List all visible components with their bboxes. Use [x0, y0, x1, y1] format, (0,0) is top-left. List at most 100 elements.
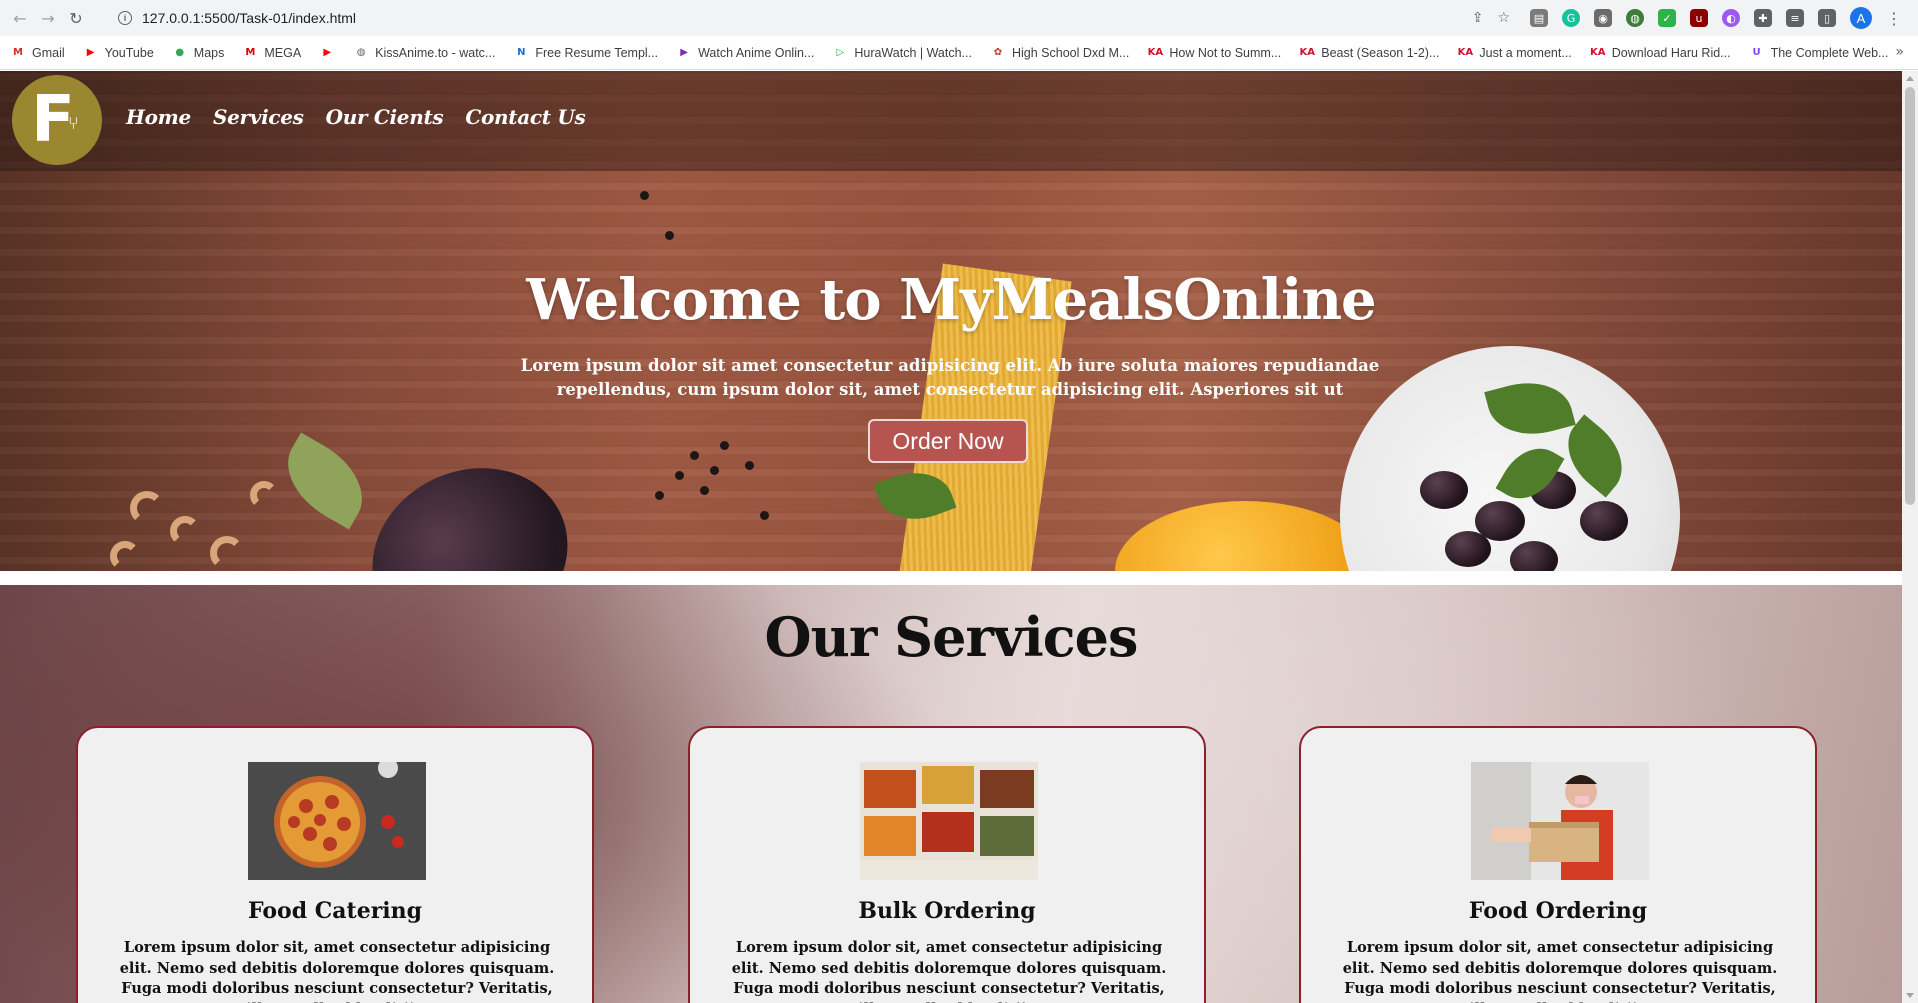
bookmark-label: Watch Anime Onlin... [698, 45, 815, 60]
puzzle-icon[interactable]: ✚ [1754, 9, 1772, 27]
profile-avatar[interactable]: A [1850, 7, 1872, 29]
card-title: Food Ordering [1468, 898, 1648, 924]
bookmark-item[interactable]: ● Maps [172, 45, 225, 61]
bookmarks-bar: M Gmail ▶ YouTube ● Maps M MEGA ▶ ◍ KissAnime.to -… [0, 36, 1918, 70]
bookmark-item[interactable]: ▷ HuraWatch | Watch... [832, 45, 972, 61]
back-icon[interactable]: ← [6, 4, 34, 32]
bookmark-label: Maps [193, 45, 225, 60]
bookmark-item[interactable]: ◍ KissAnime.to - watc... [353, 45, 496, 61]
service-card-food-ordering: Food Ordering Lorem ipsum dolor sit, ame… [1299, 726, 1817, 1003]
youtube-icon: ▶ [323, 47, 332, 58]
bookmark-item[interactable]: ▶ Watch Anime Onlin... [676, 45, 814, 61]
peppercorn-image [745, 461, 754, 470]
bookmark-label: MEGA [264, 45, 302, 60]
play-icon: ▶ [680, 47, 688, 58]
play-icon: ▷ [836, 47, 845, 58]
ublock-icon[interactable]: u [1690, 9, 1708, 27]
menu-icon[interactable]: ⋮ [1886, 9, 1902, 28]
side-panel-icon[interactable]: ▯ [1818, 9, 1836, 27]
bookmark-item[interactable]: KA How Not to Summ... [1147, 45, 1282, 61]
globe-icon: ◍ [356, 47, 366, 58]
peppercorn-image [690, 451, 699, 460]
peppercorn-image [655, 491, 664, 500]
bookmark-label: Just a moment... [1479, 45, 1572, 60]
service-card-bulk-ordering: Bulk Ordering Lorem ipsum dolor sit, ame… [688, 726, 1206, 1003]
page-viewport: F ⑂ Home Services Our Cients Contact Us … [0, 71, 1902, 1003]
bookmark-label: Beast (Season 1-2)... [1321, 45, 1440, 60]
reload-icon[interactable]: ↻ [62, 4, 90, 32]
bookmark-item[interactable]: KA Beast (Season 1-2)... [1299, 45, 1440, 61]
bookmark-item[interactable]: ▶ YouTube [83, 45, 154, 61]
scroll-down-icon[interactable] [1906, 993, 1914, 998]
address-bar[interactable]: i 127.0.0.1:5500/Task-01/index.html ⇪ ☆ [108, 4, 1518, 32]
macaroni-image [110, 541, 140, 571]
bookmark-item[interactable]: M Gmail [10, 45, 65, 61]
services-section: Our Services Food Catering Lorem ipsum d… [0, 585, 1902, 1003]
bookmark-item[interactable]: M MEGA [242, 45, 301, 61]
page-scrollbar[interactable] [1902, 71, 1918, 1003]
bookmark-label: Free Resume Templ... [535, 45, 659, 60]
shield-icon[interactable]: ✓ [1658, 9, 1676, 27]
more-bookmarks-icon[interactable]: » [1895, 44, 1904, 60]
hero-title: Welcome to MyMealsOnline [526, 267, 1376, 333]
share-icon[interactable]: ⇪ [1472, 10, 1484, 26]
peppercorn-image [700, 486, 709, 495]
bookmark-item[interactable]: ✿ High School Dxd M... [990, 45, 1130, 61]
peppercorn-image [760, 511, 769, 520]
bookmark-item[interactable]: ▶ [319, 45, 335, 61]
macaroni-image [170, 516, 200, 546]
scroll-up-icon[interactable] [1906, 76, 1914, 81]
reading-list-icon[interactable]: ≡ [1786, 9, 1804, 27]
main-nav: Home Services Our Cients Contact Us [126, 105, 586, 129]
card-text: Lorem ipsum dolor sit, amet consectetur … [1342, 939, 1778, 1003]
card-title: Bulk Ordering [858, 898, 1036, 924]
site-info-icon[interactable]: i [118, 11, 132, 25]
bookmark-label: High School Dxd M... [1011, 45, 1130, 60]
nav-services[interactable]: Services [213, 105, 304, 129]
bookmark-item[interactable]: N Free Resume Templ... [513, 45, 658, 61]
forward-icon[interactable]: → [34, 4, 62, 32]
bookmark-star-icon[interactable]: ☆ [1497, 10, 1510, 26]
hero-section: F ⑂ Home Services Our Cients Contact Us … [0, 71, 1902, 571]
service-card-food-catering: Food Catering Lorem ipsum dolor sit, ame… [76, 726, 594, 1003]
ai-extension-icon[interactable]: ◐ [1722, 9, 1740, 27]
olive-image [1420, 471, 1468, 509]
services-title: Our Services [764, 605, 1139, 669]
macaroni-image [130, 491, 164, 525]
extension-icon[interactable]: ▤ [1530, 9, 1548, 27]
pizza-image [248, 762, 426, 880]
gmail-icon: M [13, 47, 23, 58]
ka-icon: KA [1590, 47, 1606, 58]
resume-icon: N [517, 47, 526, 58]
peppercorn-image [675, 471, 684, 480]
nav-our-clients[interactable]: Our Cients [326, 105, 444, 129]
bookmark-label: HuraWatch | Watch... [854, 45, 972, 60]
maps-icon: ● [175, 47, 185, 58]
ka-icon: KA [1457, 47, 1474, 58]
course-icon: U [1752, 47, 1761, 58]
bookmark-label: KissAnime.to - watc... [375, 45, 496, 60]
nav-contact-us[interactable]: Contact Us [465, 105, 585, 129]
scroll-thumb[interactable] [1905, 87, 1915, 505]
bookmark-label: How Not to Summ... [1169, 45, 1282, 60]
order-now-button[interactable]: Order Now [868, 419, 1028, 463]
browser-toolbar: ← → ↻ i 127.0.0.1:5500/Task-01/index.htm… [0, 0, 1918, 36]
delivery-image [1471, 762, 1649, 880]
bookmark-label: YouTube [104, 45, 154, 60]
globe-extension-icon[interactable]: ◍ [1626, 9, 1644, 27]
grammarly-icon[interactable]: G [1562, 9, 1580, 27]
card-text: Lorem ipsum dolor sit, amet consectetur … [731, 939, 1167, 1003]
olive-image [1580, 501, 1628, 541]
ka-icon: KA [1147, 47, 1164, 58]
bookmark-item[interactable]: U The Complete Web... [1749, 45, 1889, 61]
bookmark-item[interactable]: KA Just a moment... [1457, 45, 1572, 61]
card-title: Food Catering [247, 898, 423, 924]
url-text[interactable]: 127.0.0.1:5500/Task-01/index.html [142, 10, 356, 26]
bookmark-label: Gmail [32, 45, 65, 60]
youtube-icon: ▶ [86, 47, 95, 58]
site-logo[interactable]: F ⑂ [12, 75, 102, 165]
bookmark-item[interactable]: KA Download Haru Rid... [1590, 45, 1731, 61]
nav-home[interactable]: Home [126, 105, 191, 129]
mega-icon: M [245, 47, 256, 58]
camera-icon[interactable]: ◉ [1594, 9, 1612, 27]
